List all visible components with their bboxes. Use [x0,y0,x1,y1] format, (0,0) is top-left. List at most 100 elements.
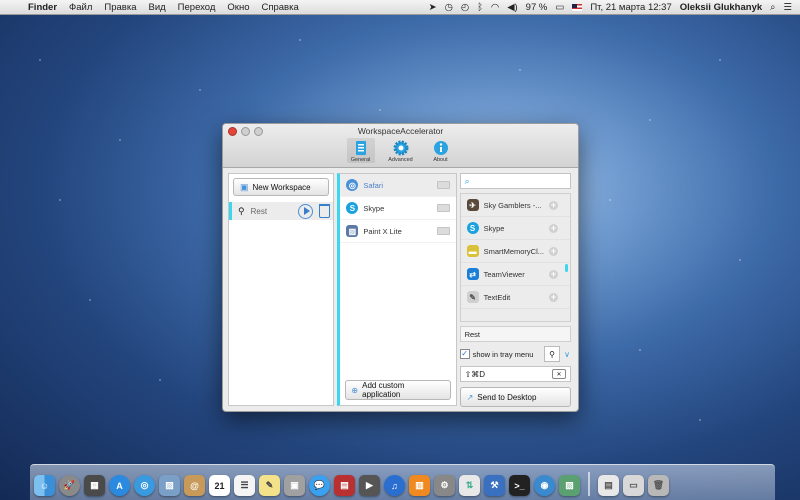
workspace-app-row[interactable]: ▨ Paint X Lite [340,220,456,243]
menu-user[interactable]: Oleksii Glukhanyk [680,2,762,13]
search-field[interactable]: ⌕ [459,173,571,189]
wifi-icon[interactable]: ◠ [491,2,499,13]
app-label: Skype [363,203,385,213]
workspace-apps-pane: ◎ Safari S Skype ▨ Paint X Lite ⊕ Add cu… [337,173,457,406]
skype-icon: S [346,202,359,214]
migration-icon[interactable]: ⇅ [459,475,480,496]
battery-icon[interactable]: ▭ [555,2,564,13]
send-to-desktop-button[interactable]: ↗ Send to Desktop [459,387,571,407]
hotkey-field[interactable]: ⇧⌘D ✕ [459,366,571,382]
tray-menu-row: ✓ show in tray menu ⚲ ∨ [459,346,573,362]
workspace-name-field[interactable]: Rest [459,326,571,342]
available-app-row[interactable]: S Skype + [460,217,570,240]
new-workspace-label: New Workspace [252,182,311,192]
trash-icon[interactable]: 🗑 [648,475,669,496]
tab-about-label: About [433,157,448,163]
menu-file[interactable]: Файл [63,2,98,13]
menu-clock[interactable]: Пт, 21 марта 12:37 [590,2,671,13]
tray-checkbox[interactable]: ✓ [459,349,470,359]
tab-general[interactable]: General [346,138,375,163]
workspace-name: Rest [250,206,268,216]
hotkey-value: ⇧⌘D [464,369,486,379]
mission-control-icon[interactable]: ▦ [84,475,105,496]
messages-icon[interactable]: 💬 [309,475,330,496]
workspace-icon: ⚲ [238,205,245,216]
add-app-button[interactable]: + [549,246,558,256]
documents-stack-icon[interactable]: ▤ [598,475,619,496]
send-icon: ↗ [466,392,474,402]
time-machine-icon[interactable]: ◷ [445,2,453,13]
available-app-row[interactable]: ✎ TextEdit + [460,286,570,309]
add-app-button[interactable]: + [549,269,558,279]
finder-icon[interactable]: ☺ [34,475,55,496]
app-window: WorkspaceAccelerator General Advanced Ab… [222,123,579,412]
globe-icon[interactable]: ◉ [534,475,555,496]
clear-hotkey-icon[interactable]: ✕ [552,369,566,379]
menu-finder[interactable]: Finder [22,2,63,13]
workspace-app-row[interactable]: ◎ Safari [340,174,456,197]
add-app-icon: ⊕ [351,385,359,395]
play-icon[interactable] [298,203,314,219]
scrollbar[interactable] [565,264,568,272]
menu-window[interactable]: Окно [221,2,255,13]
add-app-button[interactable]: + [549,223,558,233]
notes-icon[interactable]: ✎ [259,475,280,496]
menu-bar: Finder Файл Правка Вид Переход Окно Спра… [0,0,800,15]
new-workspace-button[interactable]: ▣ New Workspace [233,178,330,196]
notification-center-icon[interactable]: ☰ [783,2,792,13]
calendar-icon[interactable]: 21 [209,475,230,496]
send-to-desktop-label: Send to Desktop [477,392,537,402]
contacts-icon[interactable]: @ [184,475,205,496]
available-app-row[interactable]: ✈ Sky Gamblers -... + [460,194,570,217]
tab-advanced[interactable]: Advanced [387,138,415,163]
volume-icon[interactable]: ◀) [507,2,517,13]
workspace-app-row[interactable]: S Skype [340,197,456,220]
gear-icon [393,139,409,157]
remove-app-button[interactable] [436,181,450,189]
input-source-flag-icon[interactable] [572,3,583,11]
app-label: TeamViewer [483,269,525,279]
add-custom-app-button[interactable]: ⊕ Add custom application [345,380,451,400]
spotlight-icon[interactable]: ⌕ [770,2,775,13]
menu-help[interactable]: Справка [255,2,304,13]
available-apps-pane: ⌕ ✈ Sky Gamblers -... + S Skype + ▬ Smar… [459,173,573,407]
menu-edit[interactable]: Правка [98,2,142,13]
remove-app-button[interactable] [436,204,450,212]
tab-about[interactable]: About [427,138,455,163]
launchpad-icon[interactable]: 🚀 [59,475,80,496]
xcode-icon[interactable]: ⚒ [484,475,505,496]
available-app-row[interactable]: ▬ SmartMemoryCl... + [460,240,570,263]
app-store-icon[interactable]: A [109,475,130,496]
add-app-button[interactable]: + [549,292,558,302]
chevron-down-icon[interactable]: ∨ [563,347,571,361]
available-apps-list[interactable]: ✈ Sky Gamblers -... + S Skype + ▬ SmartM… [459,193,571,322]
photo-booth-icon[interactable]: ▣ [284,475,305,496]
system-preferences-icon[interactable]: ⚙ [434,475,455,496]
trash-icon[interactable] [319,204,331,218]
tray-icon-picker[interactable]: ⚲ [544,346,560,362]
tab-advanced-label: Advanced [388,157,413,163]
menu-view[interactable]: Вид [142,2,171,13]
add-app-button[interactable]: + [549,200,558,210]
memory-icon: ▬ [466,245,479,257]
safari-icon[interactable]: ◎ [134,475,155,496]
terminal-icon[interactable]: >_ [509,475,530,496]
photos-icon[interactable]: ▤ [334,475,355,496]
photo-app-icon[interactable]: ▨ [559,475,580,496]
bluetooth-icon[interactable]: ᛒ [477,2,483,13]
reminders-icon[interactable]: ☰ [234,475,255,496]
location-icon[interactable]: ➤ [429,2,437,13]
menu-go[interactable]: Переход [172,2,222,13]
battery-status[interactable]: 97 % [526,2,548,13]
itunes-icon[interactable]: ♫ [384,475,405,496]
clock-icon[interactable]: ◴ [461,2,469,13]
downloads-stack-icon[interactable]: ▭ [623,475,644,496]
toolbar: General Advanced About [223,138,578,163]
remove-app-button[interactable] [436,227,450,235]
ibooks-icon[interactable]: ▥ [409,475,430,496]
workspace-item[interactable]: ⚲ Rest [229,202,334,220]
app-label: Skype [483,223,505,233]
preview-icon[interactable]: ▨ [159,475,180,496]
available-app-row[interactable]: ⇄ TeamViewer + [460,263,570,286]
facetime-icon[interactable]: ▶ [359,475,380,496]
